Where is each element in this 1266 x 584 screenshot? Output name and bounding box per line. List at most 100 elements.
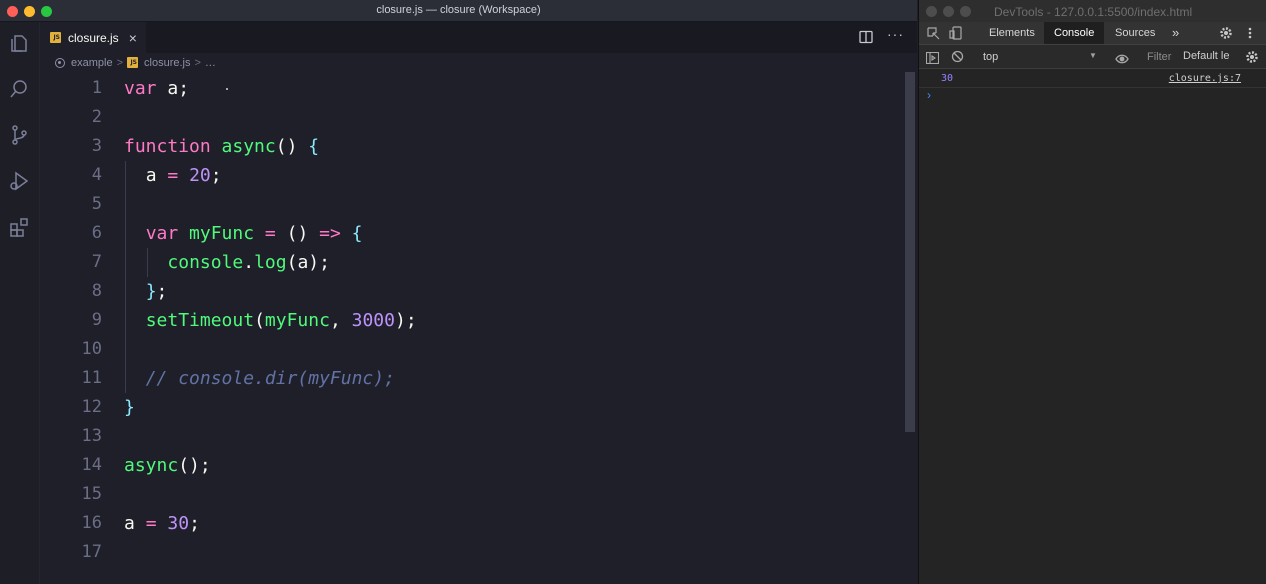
code-token: () — [275, 223, 320, 244]
console-log-row: 30 closure.js:7 — [919, 69, 1266, 88]
console-output[interactable]: 30 closure.js:7 › — [919, 69, 1266, 584]
code-text: var a; — [124, 74, 189, 103]
console-prompt[interactable]: › — [927, 88, 931, 102]
code-token: ; — [156, 281, 168, 302]
line-number: 11 — [81, 368, 102, 388]
extensions-icon[interactable] — [8, 216, 30, 238]
code-token: 30 — [167, 513, 190, 534]
line-number: 16 — [81, 513, 102, 533]
code-editor[interactable]: 1 var a; 2 3 function async() {4 a = 20; 5 6 var… — [40, 72, 917, 584]
code-line[interactable]: 5 — [40, 190, 900, 219]
code-line[interactable]: 1 var a; — [40, 74, 900, 103]
code-line[interactable]: 16 a = 30; — [40, 509, 900, 538]
log-source-link[interactable]: closure.js:7 — [1169, 73, 1241, 84]
code-token: ( — [254, 310, 265, 331]
indent-guide — [146, 248, 148, 277]
code-line[interactable]: 3 function async() { — [40, 132, 900, 161]
settings-gear-icon[interactable] — [1219, 26, 1233, 45]
code-token: 20 — [189, 165, 211, 186]
code-line[interactable]: 14 async(); — [40, 451, 900, 480]
kebab-menu-icon[interactable] — [1247, 26, 1253, 45]
clear-console-icon[interactable] — [951, 50, 964, 68]
zoom-window-button[interactable] — [960, 6, 971, 17]
code-token: 3000 — [351, 310, 395, 331]
code-token: console — [167, 252, 244, 273]
tab-label: closure.js — [68, 30, 119, 45]
code-token: . — [243, 252, 255, 273]
filter-input[interactable]: Filter — [1147, 51, 1171, 63]
more-tabs-icon[interactable]: » — [1162, 22, 1189, 44]
code-line[interactable]: 8}; — [40, 277, 900, 306]
code-token: async — [124, 455, 179, 476]
code-line[interactable]: 11 // console.dir(myFunc); — [40, 364, 900, 393]
code-text: // console.dir(myFunc); — [146, 364, 395, 393]
breadcrumb-root[interactable]: example — [71, 57, 113, 69]
code-token: = — [145, 513, 157, 534]
code-line[interactable]: 15 — [40, 480, 900, 509]
tab-closure-js[interactable]: JS closure.js × — [40, 22, 146, 53]
search-icon[interactable] — [8, 78, 30, 100]
javascript-file-icon: JS — [127, 57, 139, 68]
run-debug-icon[interactable] — [8, 170, 30, 192]
show-sidebar-icon[interactable] — [925, 51, 940, 69]
files-icon[interactable] — [8, 32, 30, 54]
inspect-element-icon[interactable] — [927, 27, 940, 45]
code-line[interactable]: 13 — [40, 422, 900, 451]
code-line[interactable]: 12} — [40, 393, 900, 422]
more-actions-icon[interactable]: ··· — [887, 26, 904, 42]
indent-guide — [125, 335, 126, 364]
vscode-titlebar: closure.js — closure (Workspace) — [0, 0, 917, 22]
tab-elements[interactable]: Elements — [979, 22, 1045, 44]
code-text: a = 30; — [124, 509, 200, 538]
breadcrumb: example > JS closure.js > … — [40, 53, 917, 72]
breadcrumb-rest[interactable]: … — [205, 57, 216, 69]
code-token: myFunc — [264, 310, 330, 331]
device-toolbar-icon[interactable] — [949, 26, 963, 45]
indent-guide — [125, 306, 126, 335]
context-selector[interactable]: top — [983, 51, 998, 63]
line-number: 6 — [91, 223, 102, 243]
code-line[interactable]: 17 — [40, 538, 900, 567]
code-token: , — [329, 310, 352, 331]
code-token: a — [145, 165, 168, 186]
line-number: 2 — [91, 107, 102, 127]
code-line[interactable]: 10 — [40, 335, 900, 364]
source-control-icon[interactable] — [8, 124, 30, 146]
line-number: 5 — [91, 194, 102, 214]
live-expression-eye-icon[interactable] — [1115, 51, 1129, 69]
code-token: setTimeout — [145, 310, 255, 331]
line-number: 17 — [81, 542, 102, 562]
code-text: async(); — [124, 451, 211, 480]
tab-sources[interactable]: Sources — [1105, 22, 1165, 44]
chevron-down-icon[interactable]: ▼ — [1089, 51, 1097, 60]
line-number: 9 — [91, 310, 102, 330]
editor-scrollbar[interactable] — [905, 72, 915, 432]
activity-bar — [0, 22, 40, 584]
code-token: // console.dir(myFunc); — [145, 368, 395, 389]
line-number: 3 — [91, 136, 102, 156]
code-line[interactable]: 2 — [40, 103, 900, 132]
log-value: 30 — [941, 73, 954, 84]
console-toolbar: top ▼ Filter Default le — [919, 45, 1266, 69]
console-settings-gear-icon[interactable] — [1245, 50, 1259, 69]
code-line[interactable]: 9 setTimeout(myFunc, 3000); — [40, 306, 900, 335]
code-token: a; — [156, 78, 190, 99]
tab-console[interactable]: Console — [1044, 22, 1105, 44]
log-levels-dropdown[interactable]: Default le — [1183, 50, 1229, 62]
minimize-window-button[interactable] — [943, 6, 954, 17]
code-token: function — [124, 136, 211, 157]
close-window-button[interactable] — [926, 6, 937, 17]
line-number: 15 — [81, 484, 102, 504]
code-line[interactable]: 4 a = 20; — [40, 161, 900, 190]
code-line[interactable]: 6 var myFunc = () => { — [40, 219, 900, 248]
breadcrumb-file[interactable]: closure.js — [144, 57, 190, 69]
window-title: closure.js — closure (Workspace) — [376, 4, 541, 16]
code-token: myFunc — [189, 223, 255, 244]
line-number: 14 — [81, 455, 102, 475]
line-number: 4 — [91, 165, 102, 185]
split-editor-icon[interactable] — [859, 30, 873, 44]
tab-close-icon[interactable]: × — [129, 30, 137, 46]
code-line[interactable]: 7 console.log(a); — [40, 248, 900, 277]
